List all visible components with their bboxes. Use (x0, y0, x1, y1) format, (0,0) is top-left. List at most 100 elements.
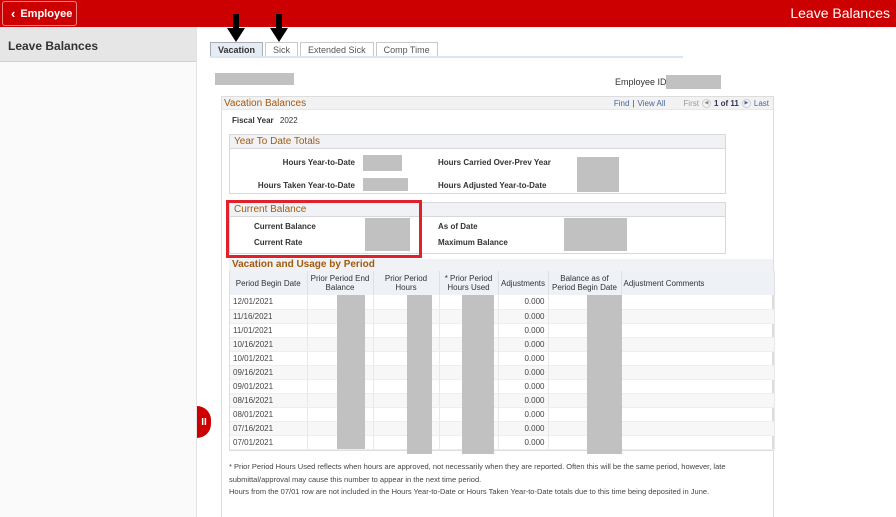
period-begin-date-cell: 08/16/2021 (230, 393, 308, 408)
usage-table: Period Begin Date Prior Period End Balan… (230, 271, 775, 450)
table-row: 09/16/2021 0.000 (230, 365, 775, 380)
down-arrow-icon (227, 14, 245, 42)
hours-adjusted-ytd-label: Hours Adjusted Year-to-Date (438, 181, 547, 190)
hours-ytd-value (363, 155, 402, 171)
adjustments-cell: 0.000 (498, 421, 549, 436)
table-header-row: Period Begin Date Prior Period End Balan… (230, 271, 775, 295)
col-adjustment-comments[interactable]: Adjustment Comments (621, 271, 775, 295)
adjustments-cell: 0.000 (498, 309, 549, 324)
page-indicator: 1 of 11 (713, 98, 739, 108)
usage-grid: Vacation and Usage by Period Period Begi… (229, 259, 775, 454)
fiscal-year-label: Fiscal Year (232, 116, 274, 125)
hours-taken-ytd-value (363, 178, 408, 191)
table-row: 12/01/2021 0.000 (230, 295, 775, 310)
adjustment-comments-cell (621, 337, 775, 352)
employee-name-redacted (215, 73, 294, 85)
pager-separator: | (632, 98, 635, 108)
view-all-link[interactable]: View All (638, 99, 666, 108)
next-icon[interactable]: ▶ (741, 98, 751, 108)
col-period-begin-date[interactable]: Period Begin Date (230, 271, 308, 295)
footnote-0701-row: Hours from the 07/01 row are not include… (229, 487, 710, 496)
adjustments-cell: 0.000 (498, 295, 549, 310)
current-balance-highlight (226, 200, 422, 258)
hours-used-column-redacted (462, 295, 494, 454)
page-title: Leave Balances (790, 5, 890, 21)
col-adjustments[interactable]: Adjustments (498, 271, 549, 295)
end-balance-column-redacted (337, 295, 365, 449)
adjustment-comments-cell (621, 421, 775, 436)
table-row: 08/01/2021 0.000 (230, 407, 775, 422)
adjustment-comments-cell (621, 323, 775, 338)
tab-underline (210, 56, 683, 58)
col-prior-period-end-balance[interactable]: Prior Period End Balance (307, 271, 374, 295)
maximum-balance-label: Maximum Balance (438, 238, 508, 247)
table-row: 11/16/2021 0.000 (230, 309, 775, 324)
as-of-date-label: As of Date (438, 222, 478, 231)
col-prior-period-hours[interactable]: Prior Period Hours (373, 271, 440, 295)
period-begin-date-cell: 12/01/2021 (230, 295, 308, 310)
period-begin-date-cell: 08/01/2021 (230, 407, 308, 422)
col-prior-period-hours-used[interactable]: * Prior Period Hours Used (439, 271, 499, 295)
sidebar: Leave Balances (0, 27, 197, 517)
prior-hours-column-redacted (407, 295, 432, 454)
previous-icon[interactable]: ◀ (701, 98, 711, 108)
vacation-balances-title: Vacation Balances (224, 97, 307, 109)
down-arrow-icon (270, 14, 288, 42)
adjustments-cell: 0.000 (498, 351, 549, 366)
table-row: 07/01/2021 0.000 (230, 435, 775, 450)
employee-id-label: Employee ID (615, 77, 667, 87)
ytd-totals-title: Year To Date Totals (230, 135, 725, 149)
adjustments-cell: 0.000 (498, 323, 549, 338)
period-begin-date-cell: 07/16/2021 (230, 421, 308, 436)
last-link[interactable]: Last (754, 99, 769, 108)
chevron-left-icon: ‹ (11, 6, 16, 21)
adjustments-cell: 0.000 (498, 393, 549, 408)
table-row: 09/01/2021 0.000 (230, 379, 775, 394)
first-link[interactable]: First (683, 99, 699, 108)
back-button-label: Employee (20, 7, 73, 20)
table-row: 11/01/2021 0.000 (230, 323, 775, 338)
hours-carried-over-label: Hours Carried Over-Prev Year (438, 158, 551, 167)
adjustments-cell: 0.000 (498, 435, 549, 450)
hours-carried-adjusted-values (577, 157, 619, 192)
table-row: 07/16/2021 0.000 (230, 421, 775, 436)
leave-type-tabs: Vacation Sick Extended Sick Comp Time (210, 42, 438, 57)
adjustments-cell: 0.000 (498, 407, 549, 422)
adjustment-comments-cell (621, 393, 775, 408)
employee-id-redacted (666, 75, 721, 89)
hours-taken-ytd-label: Hours Taken Year-to-Date (257, 181, 355, 190)
tab-vacation[interactable]: Vacation (210, 42, 264, 57)
period-begin-date-cell: 11/01/2021 (230, 323, 308, 338)
adjustment-comments-cell (621, 379, 775, 394)
period-begin-date-cell: 10/16/2021 (230, 337, 308, 352)
ytd-totals-section: Year To Date Totals Hours Year-to-Date H… (229, 134, 726, 194)
balance-begin-column-redacted (587, 295, 622, 454)
vacation-balances-panel: Vacation Balances Find | View All First … (221, 96, 775, 517)
sidebar-item-leave-balances[interactable]: Leave Balances (0, 27, 196, 62)
find-link[interactable]: Find (614, 99, 630, 108)
adjustments-cell: 0.000 (498, 337, 549, 352)
sidebar-collapse-handle[interactable]: II (197, 406, 211, 438)
table-row: 08/16/2021 0.000 (230, 393, 775, 408)
adjustment-comments-cell (621, 309, 775, 324)
table-row: 10/01/2021 0.000 (230, 351, 775, 366)
footnotes: * Prior Period Hours Used reflects when … (229, 461, 774, 499)
usage-grid-title: Vacation and Usage by Period (229, 259, 773, 271)
back-to-employee-button[interactable]: ‹ Employee (2, 1, 77, 26)
tab-sick[interactable]: Sick (265, 42, 299, 57)
adjustments-cell: 0.000 (498, 379, 549, 394)
fiscal-year-value: 2022 (279, 116, 298, 125)
adjustment-comments-cell (621, 435, 775, 450)
tab-comp-time[interactable]: Comp Time (375, 42, 438, 57)
col-balance-as-of-period-begin[interactable]: Balance as of Period Begin Date (548, 271, 622, 295)
footnote-hours-used: * Prior Period Hours Used reflects when … (229, 462, 726, 484)
adjustment-comments-cell (621, 407, 775, 422)
adjustments-cell: 0.000 (498, 365, 549, 380)
table-row: 10/16/2021 0.000 (230, 337, 775, 352)
adjustment-comments-cell (621, 351, 775, 366)
period-begin-date-cell: 09/16/2021 (230, 365, 308, 380)
period-begin-date-cell: 11/16/2021 (230, 309, 308, 324)
period-begin-date-cell: 07/01/2021 (230, 435, 308, 450)
vacation-balances-header: Vacation Balances Find | View All First … (222, 96, 773, 110)
tab-extended-sick[interactable]: Extended Sick (300, 42, 374, 57)
